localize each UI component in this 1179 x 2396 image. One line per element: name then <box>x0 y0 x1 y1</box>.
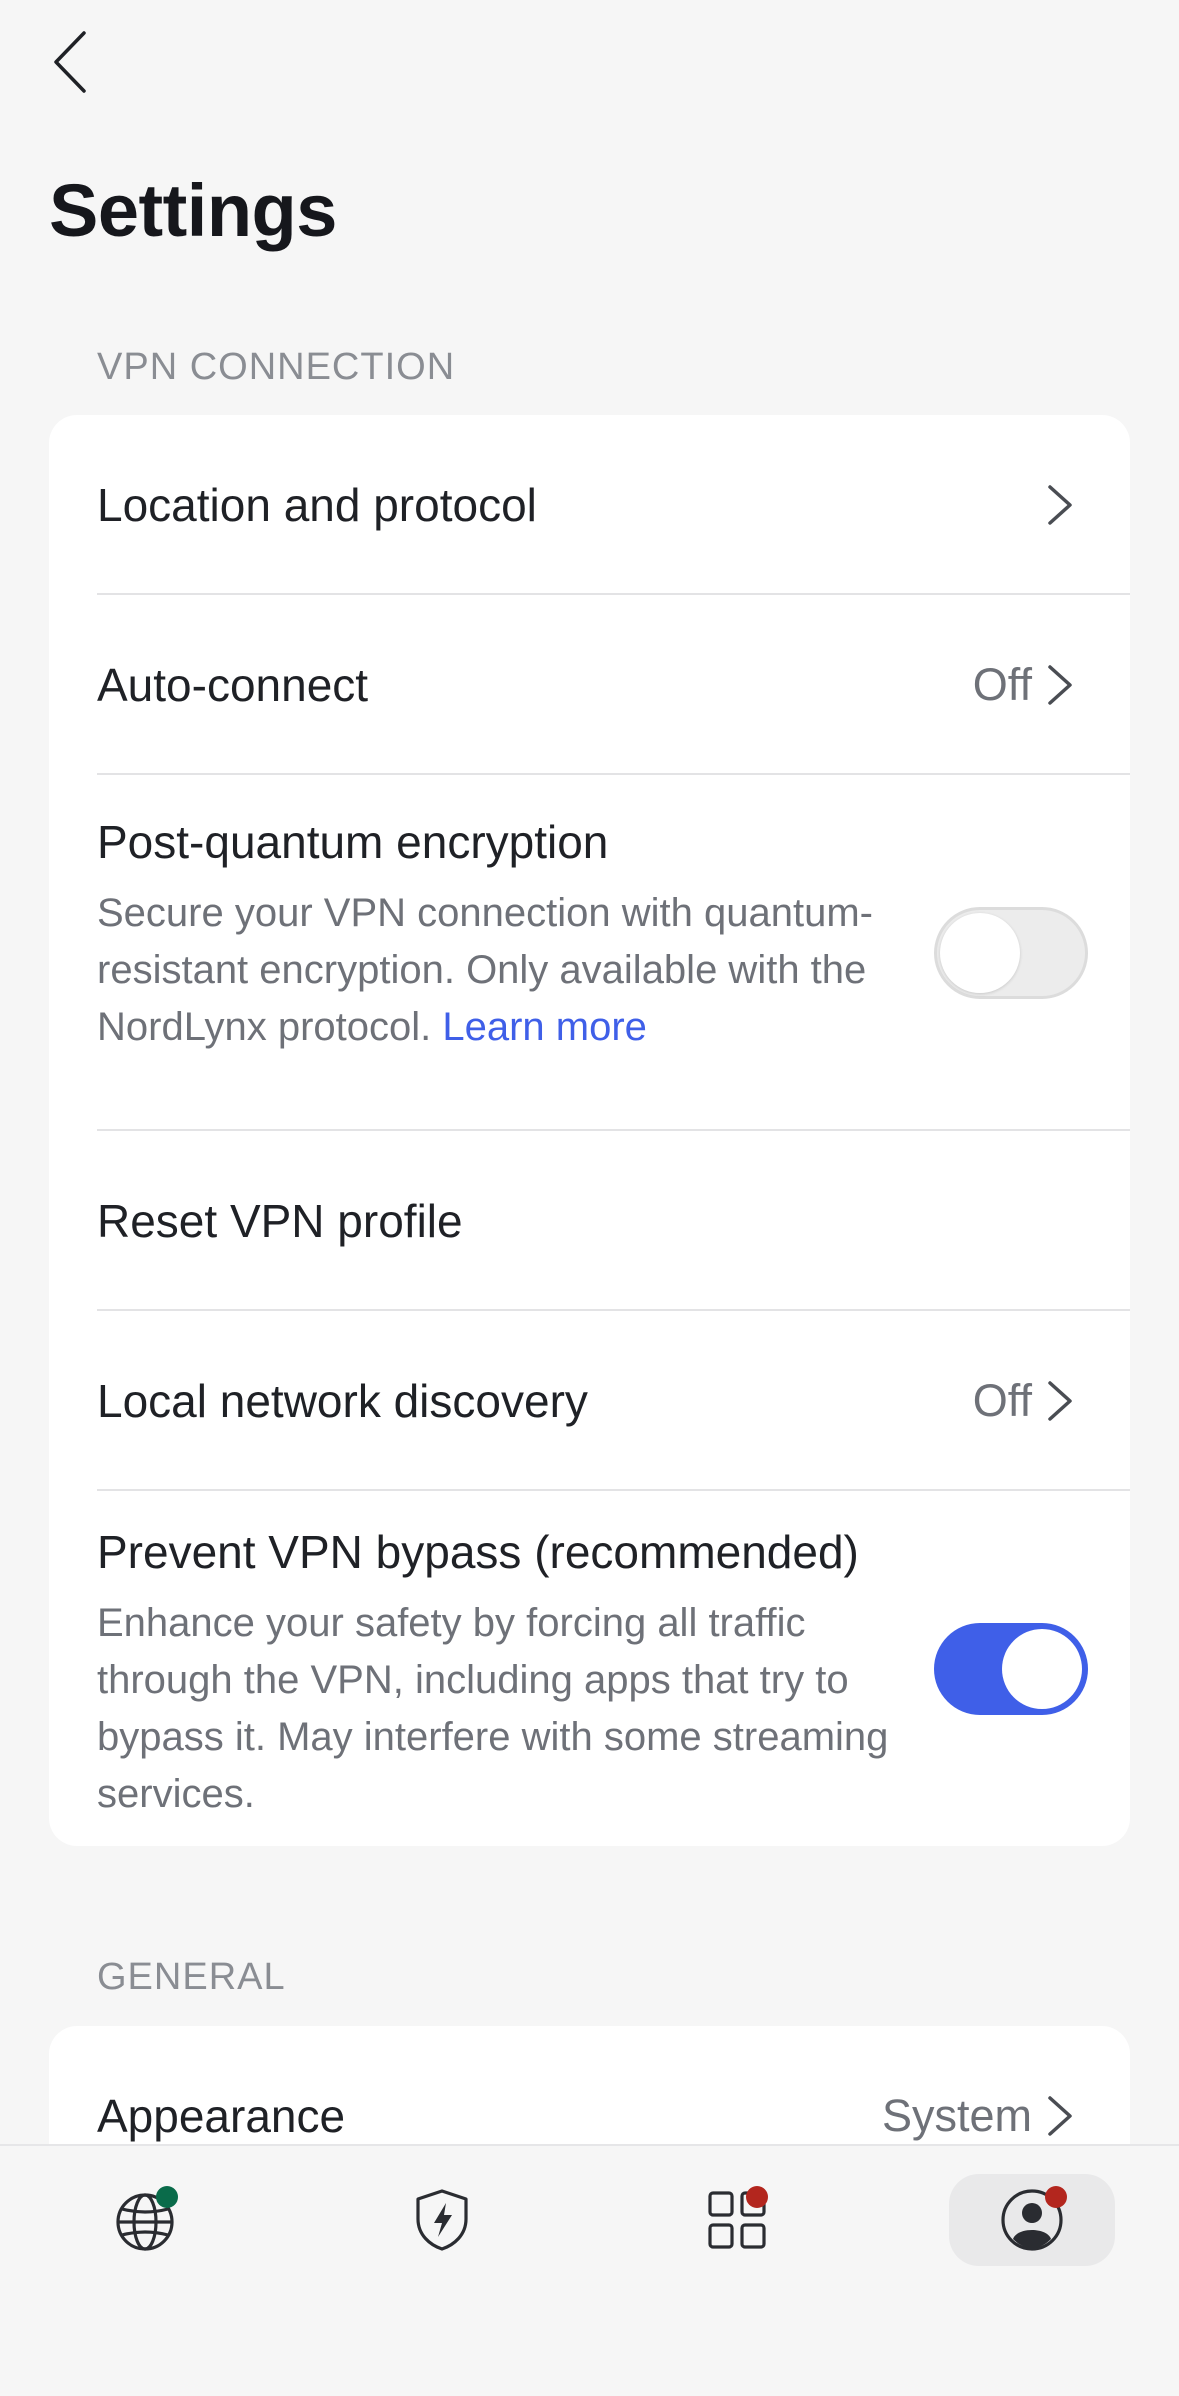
toggle-knob <box>940 913 1020 993</box>
prevent-vpn-bypass-description: Enhance your safety by forcing all traff… <box>97 1601 889 1816</box>
reset-vpn-profile-label: Reset VPN profile <box>97 1195 463 1247</box>
section-header-general: GENERAL <box>97 1956 286 1998</box>
auto-connect-row[interactable]: Auto-connect Off <box>97 595 1130 775</box>
post-quantum-row: Post-quantum encryption Secure your VPN … <box>97 775 1130 1131</box>
vpn-connection-card: Location and protocol Auto-connect Off P… <box>49 415 1130 1846</box>
location-protocol-label: Location and protocol <box>97 479 537 531</box>
auto-connect-value: Off <box>972 659 1032 710</box>
post-quantum-toggle[interactable] <box>934 907 1088 999</box>
reset-vpn-profile-row[interactable]: Reset VPN profile <box>97 1131 1130 1311</box>
nav-item-threat-protection[interactable] <box>359 2174 525 2266</box>
post-quantum-description: Secure your VPN connection with quantum-… <box>97 891 873 1049</box>
nav-item-tools[interactable] <box>654 2174 820 2266</box>
chevron-left-icon <box>54 31 86 93</box>
prevent-vpn-bypass-toggle[interactable] <box>934 1623 1088 1715</box>
chevron-right-icon <box>1048 485 1072 525</box>
page-title: Settings <box>49 169 337 252</box>
toggle-knob <box>1002 1629 1082 1709</box>
auto-connect-label: Auto-connect <box>97 659 369 711</box>
post-quantum-title: Post-quantum encryption <box>97 816 609 868</box>
local-network-discovery-label: Local network discovery <box>97 1375 588 1427</box>
notification-badge <box>746 2186 768 2208</box>
prevent-vpn-bypass-row: Prevent VPN bypass (recommended) Enhance… <box>97 1491 1130 1846</box>
local-network-discovery-row[interactable]: Local network discovery Off <box>97 1311 1130 1491</box>
notification-badge <box>1045 2186 1067 2208</box>
status-badge <box>156 2186 178 2208</box>
learn-more-link[interactable]: Learn more <box>442 1005 647 1049</box>
location-protocol-row[interactable]: Location and protocol <box>97 415 1130 595</box>
chevron-right-icon <box>1048 665 1072 705</box>
appearance-value: System <box>881 2090 1032 2141</box>
section-header-vpn-connection: VPN CONNECTION <box>97 346 456 388</box>
back-button[interactable] <box>50 22 120 102</box>
prevent-vpn-bypass-title: Prevent VPN bypass (recommended) <box>97 1526 859 1578</box>
chevron-right-icon <box>1048 1381 1072 1421</box>
nav-item-map[interactable] <box>64 2174 230 2266</box>
chevron-right-icon <box>1048 2096 1072 2136</box>
bottom-navigation-bar <box>0 2144 1179 2396</box>
local-network-discovery-value: Off <box>972 1375 1032 1426</box>
shield-bolt-icon <box>416 2189 468 2251</box>
nav-item-profile[interactable] <box>949 2174 1115 2266</box>
settings-screen: Settings VPN CONNECTION Location and pro… <box>0 0 1179 2396</box>
appearance-label: Appearance <box>97 2090 346 2142</box>
